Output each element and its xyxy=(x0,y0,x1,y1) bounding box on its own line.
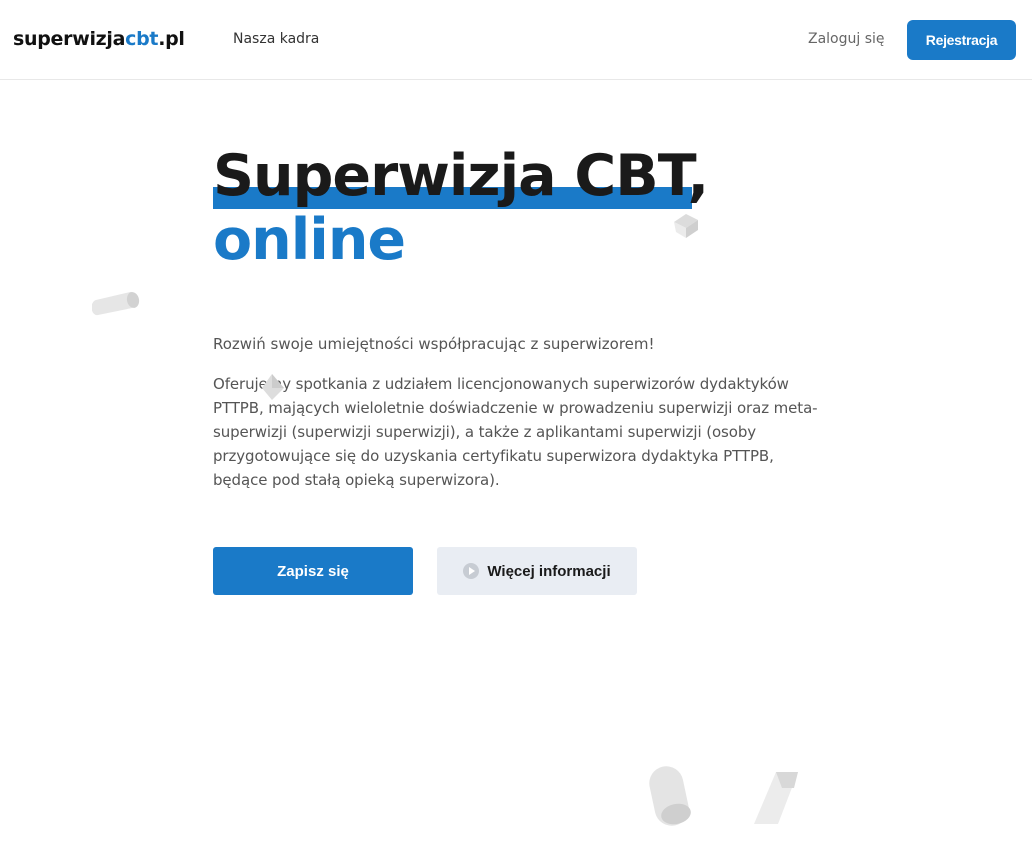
logo-text-domain: .pl xyxy=(158,28,185,50)
logo-text-superwizja: superwizja xyxy=(13,28,126,50)
pill-shape-icon xyxy=(649,766,691,826)
signup-button[interactable]: Zapisz się xyxy=(213,547,413,595)
hero-title: Superwizja CBT, online xyxy=(213,140,773,272)
more-info-label: Więcej informacji xyxy=(487,562,611,580)
top-navigation: superwizjacbt.pl Nasza kadra Zaloguj się… xyxy=(0,0,1032,80)
cylinder-shape-icon xyxy=(92,291,140,316)
logo-text-cbt: cbt xyxy=(125,28,159,50)
hero-description: Oferujemy spotkania z udziałem licencjon… xyxy=(213,375,818,489)
hero-title-line1: Superwizja CBT, xyxy=(213,143,709,209)
more-info-button[interactable]: Więcej informacji xyxy=(437,547,637,595)
login-link[interactable]: Zaloguj się xyxy=(808,31,885,47)
site-logo[interactable]: superwizjacbt.pl xyxy=(13,28,185,50)
prism-shape-icon xyxy=(754,772,798,824)
hero-lead-text: Rozwiń swoje umiejętności współpracując … xyxy=(213,335,655,353)
play-circle-icon xyxy=(463,563,480,579)
nav-link-team[interactable]: Nasza kadra xyxy=(233,31,319,47)
cone-shape-icon xyxy=(262,374,284,400)
register-button[interactable]: Rejestracja xyxy=(907,20,1016,60)
cube-shape-icon xyxy=(674,214,698,238)
